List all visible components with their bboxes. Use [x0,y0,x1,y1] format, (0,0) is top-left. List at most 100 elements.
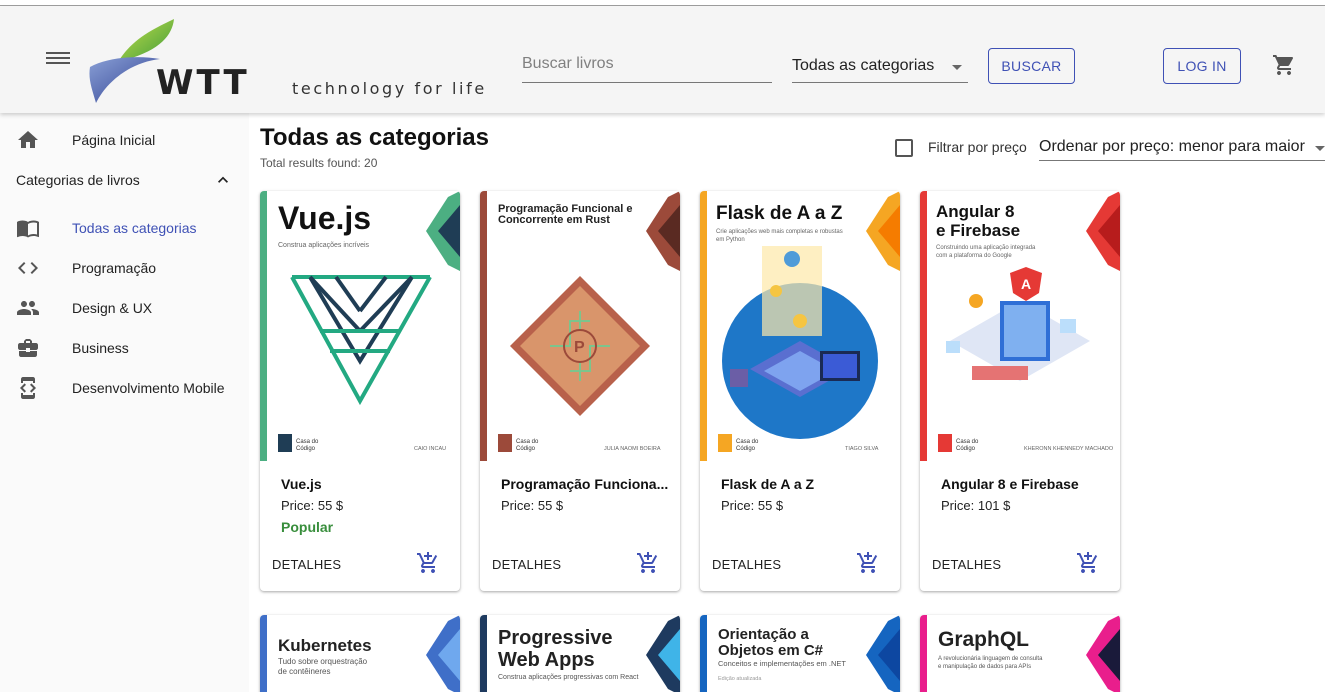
details-button[interactable]: DETALHES [932,557,1001,572]
svg-text:Construindo uma aplicação inte: Construindo uma aplicação integrada [936,245,1036,251]
svg-text:Progressive: Progressive [498,627,613,649]
svg-text:Vue.js: Vue.js [278,200,371,236]
svg-text:Conceitos e implementações em: Conceitos e implementações em .NET [718,659,846,668]
book-title: Vue.js [281,476,322,492]
sidebar-item-business[interactable]: Business [0,328,249,368]
sidebar-item-home[interactable]: Página Inicial [0,120,249,160]
sidebar-section-label: Categorias de livros [16,172,140,188]
book-cover-image[interactable]: Flask de A a Z Crie aplicações web mais … [700,191,900,461]
search-button[interactable]: BUSCAR [988,48,1075,84]
search-input[interactable] [522,49,772,79]
sidebar-section-categories[interactable]: Categorias de livros [0,160,249,200]
svg-text:A revolucionária linguagem de: A revolucionária linguagem de consulta [938,656,1043,662]
sidebar-item-label: Desenvolvimento Mobile [72,380,225,396]
svg-text:Orientação a: Orientação a [718,626,810,643]
svg-text:JULIA NAOMI BOEIRA: JULIA NAOMI BOEIRA [604,446,661,452]
book-card[interactable]: Progressive Web Apps Construa aplicações… [480,615,680,692]
book-card[interactable]: GraphQL A revolucionária linguagem de co… [920,615,1120,692]
category-select-value: Todas as categorias [792,57,935,74]
svg-text:Angular 8: Angular 8 [936,202,1014,221]
svg-text:Objetos em C#: Objetos em C# [718,642,824,659]
sidebar-item-label: Programação [72,260,157,276]
price-filter-checkbox[interactable] [895,139,913,157]
add-to-cart-icon[interactable] [856,551,880,575]
book-open-icon [17,220,39,238]
book-info: Programação Funciona... Price: 55 $ [501,476,671,513]
details-button[interactable]: DETALHES [272,557,341,572]
code-icon [18,262,38,274]
svg-text:Código: Código [736,446,756,452]
svg-text:e manipulação de dados para AP: e manipulação de dados para APIs [938,664,1031,670]
details-button[interactable]: DETALHES [492,557,561,572]
book-card[interactable]: Orientação a Objetos em C# Conceitos e i… [700,615,900,692]
page-title: Todas as categorias [260,124,489,151]
book-cover-image[interactable]: Orientação a Objetos em C# Conceitos e i… [700,615,900,692]
shopping-cart-icon[interactable] [1272,53,1296,77]
logo-tagline: technology for life [292,79,487,98]
svg-text:Web Apps: Web Apps [498,649,595,671]
svg-text:Flask de A a Z: Flask de A a Z [716,203,843,224]
svg-text:e Firebase: e Firebase [936,221,1020,240]
book-info: Flask de A a Z Price: 55 $ [721,476,891,513]
book-card[interactable]: Flask de A a Z Crie aplicações web mais … [700,191,900,591]
add-to-cart-icon[interactable] [416,551,440,575]
svg-text:Edição atualizada: Edição atualizada [718,676,762,682]
svg-text:KHERONN KHENNEDY MACHADO: KHERONN KHENNEDY MACHADO [1024,446,1114,452]
svg-text:Casa do: Casa do [296,439,319,445]
book-info: Angular 8 e Firebase Price: 101 $ [941,476,1111,513]
sidebar-item-label: Business [72,340,129,356]
svg-text:Código: Código [956,446,976,452]
book-price: Price: 55 $ [721,498,784,513]
sidebar-item-all-categories[interactable]: Todas as categorias [0,208,249,248]
book-cover-image[interactable]: Kubernetes Tudo sobre orquestração de co… [260,615,460,692]
sort-select[interactable]: Ordenar por preço: menor para maior [1039,131,1325,161]
sidebar-item-label: Todas as categorias [72,220,197,236]
book-cover-image[interactable]: Progressive Web Apps Construa aplicações… [480,615,680,692]
book-card[interactable]: Kubernetes Tudo sobre orquestração de co… [260,615,460,692]
svg-text:com a plataforma do Google: com a plataforma do Google [936,253,1012,259]
login-button[interactable]: LOG IN [1163,48,1241,84]
svg-text:de contêineres: de contêineres [278,667,330,676]
book-title: Flask de A a Z [721,476,815,492]
sidebar-item-mobile[interactable]: Desenvolvimento Mobile [0,368,249,408]
svg-text:A: A [1021,276,1031,292]
book-card[interactable]: Programação Funcional e Concorrente em R… [480,191,680,591]
svg-text:TIAGO SILVA: TIAGO SILVA [845,446,879,452]
svg-text:Casa do: Casa do [956,439,979,445]
search-field[interactable] [522,49,772,83]
popular-badge: Popular [281,519,334,535]
app-header: WTT technology for life Todas as categor… [0,7,1325,113]
sidebar-item-programacao[interactable]: Programação [0,248,249,288]
menu-icon[interactable] [46,49,70,69]
svg-text:Casa do: Casa do [516,439,539,445]
dropdown-arrow-icon [952,65,962,70]
svg-text:Código: Código [516,446,536,452]
chevron-up-icon[interactable] [213,170,233,190]
book-price: Price: 55 $ [281,498,344,513]
details-button[interactable]: DETALHES [712,557,781,572]
home-icon [18,131,38,148]
book-card[interactable]: Vue.js Construa aplicações incríveis Cas… [260,191,460,591]
book-card[interactable]: Angular 8 e Firebase Construindo uma apl… [920,191,1120,591]
book-cover-image[interactable]: Angular 8 e Firebase Construindo uma apl… [920,191,1120,461]
sidebar-item-label: Design & UX [72,300,153,316]
svg-text:Crie aplicações web mais compl: Crie aplicações web mais completas e rob… [716,229,843,235]
mobile-dev-icon [20,377,36,399]
people-icon [17,301,39,315]
main-content: Todas as categorias Total results found:… [249,113,1325,692]
book-title: Programação Funciona... [501,476,669,492]
book-cover-image[interactable]: GraphQL A revolucionária linguagem de co… [920,615,1120,692]
sidebar-item-design-ux[interactable]: Design & UX [0,288,249,328]
add-to-cart-icon[interactable] [636,551,660,575]
browser-top-strip [0,0,1325,6]
book-cover-image[interactable]: Vue.js Construa aplicações incríveis Cas… [260,191,460,461]
add-to-cart-icon[interactable] [1076,551,1100,575]
svg-text:Construa aplicações incríveis: Construa aplicações incríveis [278,242,370,249]
category-select[interactable]: Todas as categorias [792,49,968,83]
results-count: Total results found: 20 [260,156,378,170]
book-cover-image[interactable]: Programação Funcional e Concorrente em R… [480,191,680,461]
book-price: Price: 101 $ [941,498,1011,513]
svg-text:Kubernetes: Kubernetes [278,636,372,655]
sort-select-value: Ordenar por preço: menor para maior [1039,138,1305,155]
price-filter-label: Filtrar por preço [928,139,1027,155]
